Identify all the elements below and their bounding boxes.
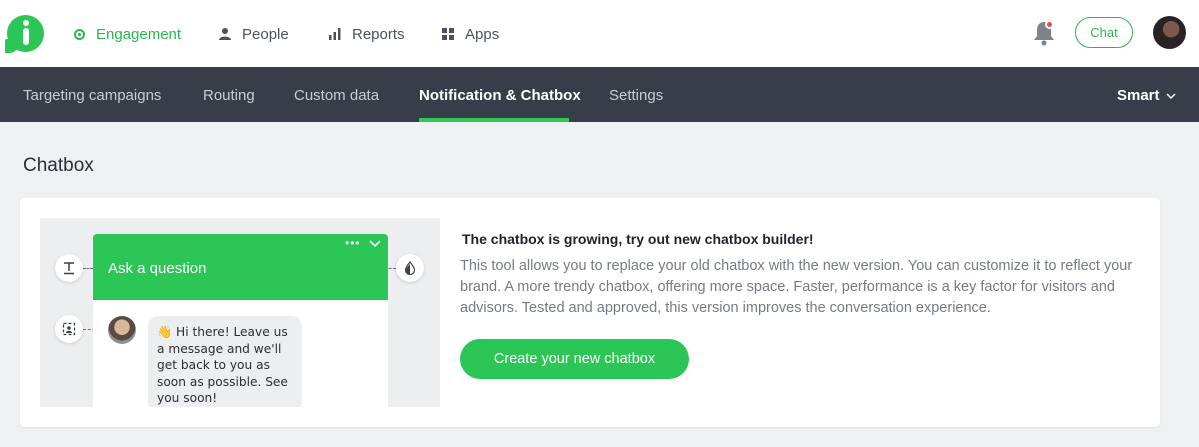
tab-custom-data[interactable]: Custom data	[294, 87, 379, 104]
text-format-icon	[55, 254, 83, 282]
notification-badge	[1045, 20, 1054, 29]
mode-label: Smart	[1117, 87, 1160, 104]
page-title: Chatbox	[23, 155, 94, 176]
engagement-icon	[71, 26, 87, 42]
agent-avatar	[108, 316, 136, 344]
active-tab-indicator	[419, 118, 569, 122]
promo-headline: The chatbox is growing, try out new chat…	[462, 231, 814, 247]
bar-chart-icon	[327, 26, 343, 42]
nav-item-people[interactable]: People	[217, 24, 289, 44]
chatbox-preview-illustration: ••• Ask a question 👋 Hi there! Leave us …	[40, 218, 440, 407]
nav-item-reports[interactable]: Reports	[327, 24, 405, 44]
tab-targeting-campaigns[interactable]: Targeting campaigns	[23, 87, 161, 104]
color-drop-icon	[396, 254, 424, 282]
nav-item-engagement[interactable]: Engagement	[71, 24, 181, 44]
tab-settings[interactable]: Settings	[609, 87, 663, 104]
logo-icon[interactable]	[5, 15, 44, 53]
chatbox-header-title: Ask a question	[108, 260, 207, 277]
chevron-down-icon	[1166, 92, 1176, 99]
tab-notification-chatbox[interactable]: Notification & Chatbox	[419, 87, 581, 104]
top-navigation-bar: Engagement People Reports Apps Chat	[0, 0, 1199, 67]
nav-item-apps[interactable]: Apps	[440, 24, 499, 44]
more-options-icon: •••	[345, 236, 361, 250]
mode-dropdown[interactable]: Smart	[1117, 87, 1176, 104]
nav-item-label: Reports	[352, 25, 405, 43]
tab-routing[interactable]: Routing	[203, 87, 255, 104]
promo-description: This tool allows you to replace your old…	[460, 258, 1133, 316]
person-icon	[217, 26, 233, 42]
section-tabs-bar: Targeting campaigns Routing Custom data …	[0, 67, 1199, 122]
create-chatbox-button[interactable]: Create your new chatbox	[460, 339, 689, 379]
chatbox-widget-mockup: ••• Ask a question 👋 Hi there! Leave us …	[93, 234, 388, 407]
user-avatar[interactable]	[1153, 16, 1186, 49]
chatbox-header: ••• Ask a question	[93, 234, 388, 300]
nav-item-label: Apps	[465, 25, 500, 43]
grid-icon	[440, 26, 456, 42]
nav-item-label: People	[242, 25, 289, 43]
welcome-message-bubble: 👋 Hi there! Leave us a message and we'll…	[148, 316, 302, 407]
nav-item-label: Engagement	[96, 25, 182, 43]
contact-card-icon	[55, 315, 83, 343]
chevron-down-icon	[369, 240, 381, 248]
chat-button[interactable]: Chat	[1075, 17, 1133, 48]
